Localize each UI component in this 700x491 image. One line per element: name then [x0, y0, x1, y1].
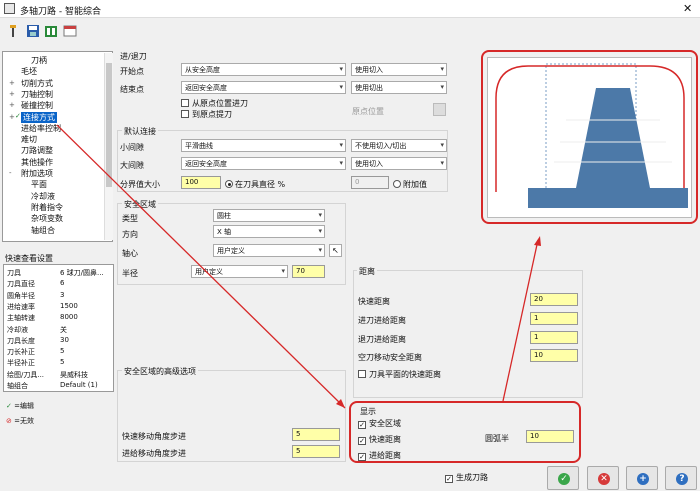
- cancel-icon: ✕: [598, 473, 610, 485]
- annotation-arrows: [56, 124, 541, 409]
- cancel-button[interactable]: ✕: [587, 466, 619, 490]
- generate-toolpath-checkbox[interactable]: ✓ 生成刀路: [445, 472, 488, 483]
- add-button[interactable]: +: [626, 466, 658, 490]
- help-icon: ?: [676, 473, 688, 485]
- help-button[interactable]: ?: [665, 466, 697, 490]
- plus-icon: +: [637, 473, 649, 485]
- ok-button[interactable]: ✓: [547, 466, 579, 490]
- check-icon: ✓: [558, 473, 570, 485]
